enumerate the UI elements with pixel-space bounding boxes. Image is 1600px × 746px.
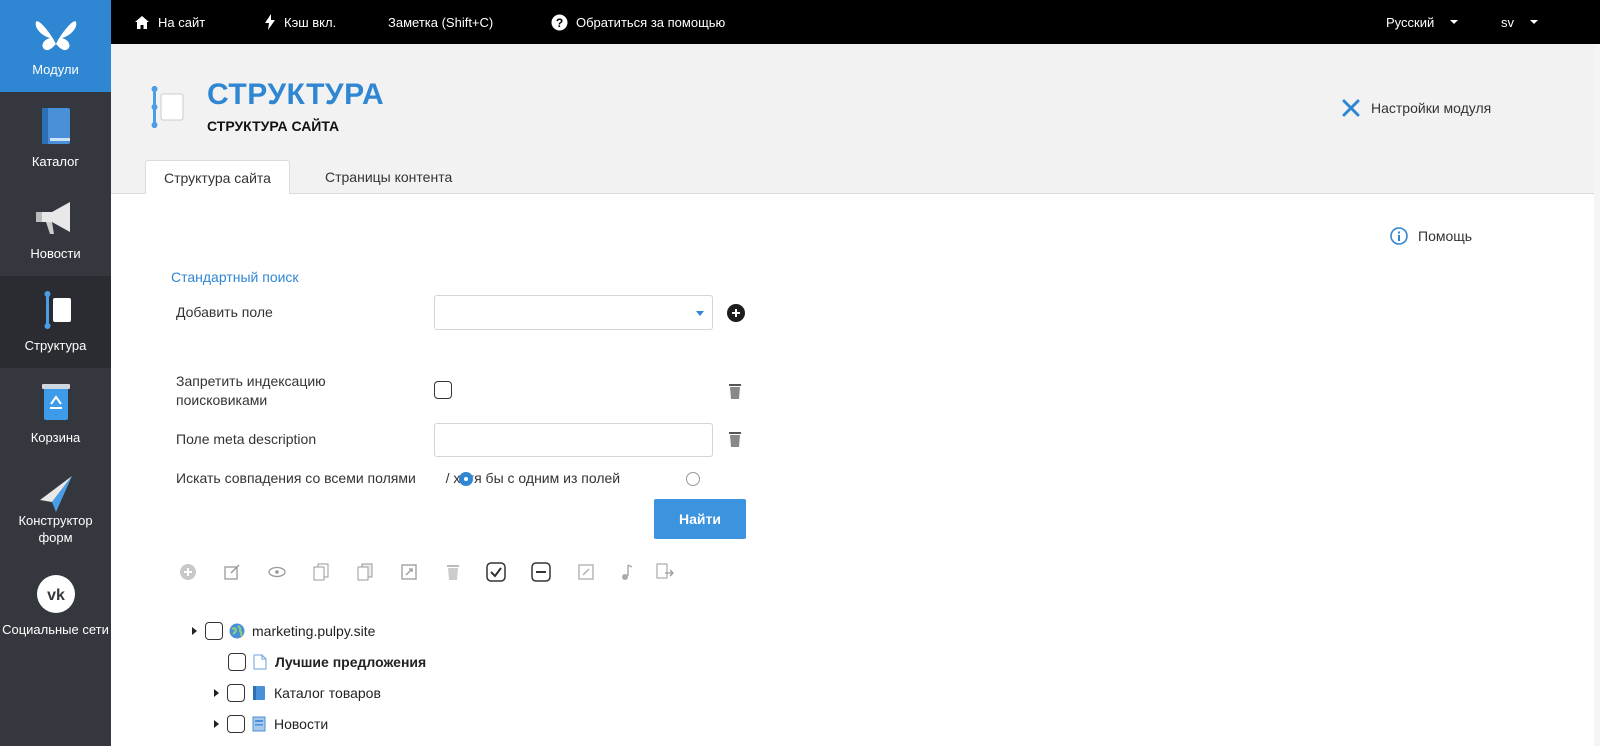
- info-icon: [1390, 227, 1408, 245]
- help-request-button[interactable]: ? Обратиться за помощью: [551, 0, 725, 44]
- page-title: СТРУКТУРА: [207, 78, 385, 111]
- plus-circle-icon: [727, 304, 745, 322]
- sidebar-item-label: Каталог: [31, 154, 80, 169]
- svg-text:?: ?: [556, 16, 563, 30]
- tree-row: Новости: [214, 713, 328, 735]
- sidebar-item-label: Модули: [32, 62, 79, 77]
- duplicate-icon[interactable]: [355, 562, 375, 582]
- question-icon: ?: [551, 14, 568, 30]
- scrollbar[interactable]: [1594, 44, 1600, 746]
- tree-expand-icon[interactable]: [192, 627, 197, 635]
- tools-icon: [1342, 99, 1360, 117]
- butterfly-icon: [34, 14, 78, 57]
- sidebar-item-label: Корзина: [30, 430, 81, 445]
- tree-item-label[interactable]: Лучшие предложения: [275, 654, 426, 670]
- sidebar-item-label: Конструктор форм: [18, 513, 93, 545]
- megaphone-icon: [34, 198, 78, 241]
- tree-row: marketing.pulpy.site: [192, 620, 375, 642]
- noindex-label: Запретить индексацию поисковиками: [176, 373, 326, 408]
- home-icon: [135, 15, 149, 29]
- structure-icon: [149, 86, 185, 133]
- add-icon[interactable]: [178, 562, 198, 582]
- remove-noindex-button[interactable]: [727, 382, 743, 405]
- find-button[interactable]: Найти: [654, 499, 746, 539]
- tab-site-structure[interactable]: Структура сайта: [145, 160, 290, 194]
- trash-icon: [729, 432, 741, 447]
- match-any-radio[interactable]: [686, 472, 700, 486]
- tree-item-label[interactable]: marketing.pulpy.site: [252, 623, 375, 639]
- sidebar-item-modules[interactable]: Модули: [0, 0, 111, 92]
- noindex-checkbox[interactable]: [434, 381, 452, 399]
- chevron-down-icon: [1530, 20, 1538, 24]
- lightning-icon: [265, 14, 275, 30]
- page-icon: [252, 654, 268, 670]
- tree-checkbox[interactable]: [205, 622, 223, 640]
- edit-icon[interactable]: [222, 562, 242, 582]
- open-icon[interactable]: [576, 562, 596, 582]
- catalog-icon: [251, 685, 267, 701]
- vk-icon: vk: [36, 574, 76, 617]
- sidebar-item-label: Новости: [30, 246, 81, 261]
- tree-checkbox[interactable]: [228, 653, 246, 671]
- match-mode-row: Искать совпадения со всеми полями / хотя…: [176, 470, 621, 486]
- note-button[interactable]: Заметка (Shift+C): [388, 0, 493, 44]
- meta-description-input[interactable]: [434, 423, 713, 457]
- delete-icon[interactable]: [443, 562, 463, 582]
- tree-checkbox[interactable]: [227, 684, 245, 702]
- globe-icon: [229, 623, 245, 639]
- sidebar: Модули Каталог Новости Структура Корзина…: [0, 0, 111, 746]
- chevron-down-icon: [696, 311, 704, 316]
- match-all-radio[interactable]: [459, 472, 473, 486]
- copy-icon[interactable]: [311, 562, 331, 582]
- export-icon[interactable]: [655, 562, 675, 582]
- remove-meta-button[interactable]: [727, 430, 743, 453]
- recycle-bin-icon: [38, 382, 74, 425]
- news-icon: [251, 716, 267, 732]
- page-header: СТРУКТУРА СТРУКТУРА САЙТА Настройки моду…: [111, 44, 1600, 194]
- site-link[interactable]: На сайт: [134, 0, 205, 44]
- music-icon[interactable]: [616, 562, 636, 582]
- paper-plane-icon: [36, 474, 76, 517]
- activate-icon[interactable]: [486, 562, 506, 582]
- language-select[interactable]: Русский: [1386, 0, 1459, 44]
- meta-description-label: Поле meta description: [176, 431, 317, 447]
- add-field-select[interactable]: [434, 295, 713, 330]
- deactivate-icon[interactable]: [531, 562, 551, 582]
- user-menu[interactable]: sv: [1501, 0, 1538, 44]
- sidebar-item-form-builder[interactable]: Конструктор форм: [0, 460, 111, 560]
- tree-item-label[interactable]: Каталог товаров: [274, 685, 381, 701]
- sidebar-item-trash[interactable]: Корзина: [0, 368, 111, 460]
- tree-item-label[interactable]: Новости: [274, 716, 328, 732]
- standard-search-link[interactable]: Стандартный поиск: [171, 269, 299, 285]
- svg-text:vk: vk: [47, 587, 65, 604]
- cache-toggle[interactable]: Кэш вкл.: [264, 0, 336, 44]
- chevron-down-icon: [1450, 20, 1459, 24]
- add-field-label: Добавить поле: [176, 304, 273, 320]
- structure-icon: [36, 290, 76, 333]
- sidebar-item-structure[interactable]: Структура: [0, 276, 111, 368]
- sidebar-item-catalog[interactable]: Каталог: [0, 92, 111, 184]
- book-icon: [38, 106, 74, 149]
- tree-row: Каталог товаров: [214, 682, 381, 704]
- page-subtitle: СТРУКТУРА САЙТА: [207, 118, 340, 134]
- tab-content-pages[interactable]: Страницы контента: [307, 160, 470, 193]
- top-bar: На сайт Кэш вкл. Заметка (Shift+C) ? Обр…: [111, 0, 1600, 44]
- view-icon[interactable]: [267, 562, 287, 582]
- add-field-button[interactable]: [726, 303, 746, 328]
- help-link[interactable]: Помощь: [1390, 227, 1472, 245]
- sidebar-item-news[interactable]: Новости: [0, 184, 111, 276]
- module-settings-link[interactable]: Настройки модуля: [1341, 98, 1491, 118]
- sidebar-item-social[interactable]: vk Социальные сети: [0, 560, 111, 652]
- tree-expand-icon[interactable]: [214, 689, 219, 697]
- sidebar-item-label: Структура: [24, 338, 87, 353]
- tree-expand-icon[interactable]: [214, 720, 219, 728]
- move-icon[interactable]: [399, 562, 419, 582]
- tree-row: Лучшие предложения: [228, 651, 426, 673]
- tree-checkbox[interactable]: [227, 715, 245, 733]
- trash-icon: [729, 384, 741, 399]
- sidebar-item-label: Социальные сети: [2, 622, 109, 637]
